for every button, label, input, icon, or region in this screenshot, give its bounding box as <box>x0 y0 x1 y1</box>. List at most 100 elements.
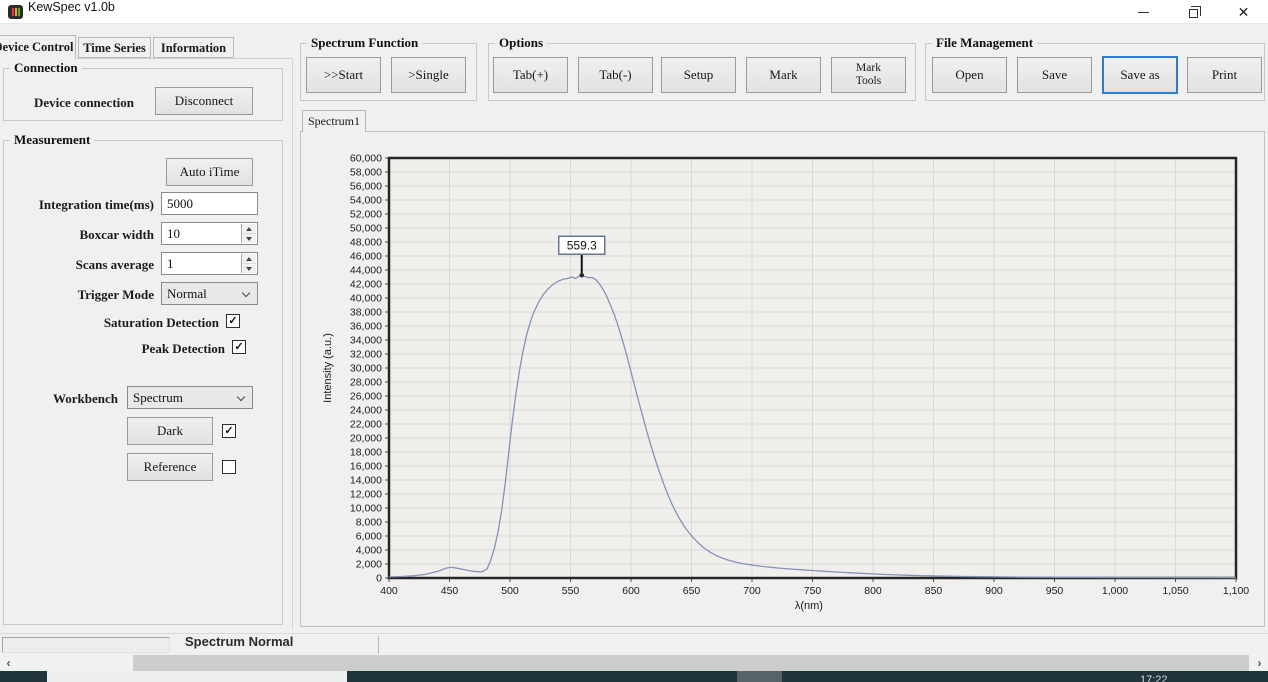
svg-text:750: 750 <box>804 585 822 597</box>
spin-down-icon[interactable] <box>242 263 256 273</box>
saturation-detection-checkbox[interactable]: ✓ <box>226 314 240 328</box>
svg-text:850: 850 <box>925 585 943 597</box>
close-button[interactable]: ✕ <box>1221 0 1266 24</box>
tab-plus-button[interactable]: Tab(+) <box>493 57 568 93</box>
measurement-group-title: Measurement <box>10 132 94 148</box>
spectrum-chart[interactable]: 02,0004,0006,0008,00010,00012,00014,0001… <box>301 132 1266 628</box>
file-management-title: File Management <box>932 35 1037 51</box>
status-progress-box <box>2 637 170 653</box>
boxcar-width-spinner[interactable]: 10 <box>161 222 258 245</box>
svg-text:1,050: 1,050 <box>1162 585 1188 597</box>
spin-up-icon[interactable] <box>242 254 256 263</box>
app-window: KewSpec v1.0b ✕ Device Control Time Seri… <box>0 0 1268 682</box>
setup-button[interactable]: Setup <box>661 57 736 93</box>
svg-text:34,000: 34,000 <box>350 335 382 347</box>
boxcar-width-value: 10 <box>167 226 180 241</box>
svg-text:38,000: 38,000 <box>350 307 382 319</box>
tab-time-series[interactable]: Time Series <box>78 37 151 58</box>
print-button[interactable]: Print <box>1187 57 1262 93</box>
svg-text:900: 900 <box>985 585 1003 597</box>
svg-text:28,000: 28,000 <box>350 377 382 389</box>
reference-button[interactable]: Reference <box>127 453 213 481</box>
svg-text:650: 650 <box>683 585 701 597</box>
svg-text:1,000: 1,000 <box>1102 585 1128 597</box>
integration-time-input[interactable]: 5000 <box>161 192 258 215</box>
svg-text:1,100: 1,100 <box>1223 585 1249 597</box>
scans-average-label: Scans average <box>4 257 154 273</box>
save-as-button[interactable]: Save as <box>1102 56 1178 94</box>
svg-text:4,000: 4,000 <box>356 545 382 557</box>
spectrum-function-title: Spectrum Function <box>307 35 422 51</box>
svg-text:559.3: 559.3 <box>567 238 597 252</box>
tab-minus-button[interactable]: Tab(-) <box>578 57 653 93</box>
mark-tools-button[interactable]: Mark Tools <box>831 57 906 93</box>
chart-panel: 02,0004,0006,0008,00010,00012,00014,0001… <box>300 131 1265 627</box>
svg-text:950: 950 <box>1046 585 1064 597</box>
svg-text:10,000: 10,000 <box>350 503 382 515</box>
restore-button[interactable] <box>1171 0 1216 24</box>
file-management-group: File Management Open Save Save as Print <box>925 43 1265 101</box>
disconnect-button[interactable]: Disconnect <box>155 87 253 115</box>
tab-information[interactable]: Information <box>153 37 234 58</box>
svg-text:400: 400 <box>380 585 398 597</box>
svg-text:16,000: 16,000 <box>350 461 382 473</box>
options-group: Options Tab(+) Tab(-) Setup Mark Mark To… <box>488 43 916 101</box>
open-button[interactable]: Open <box>932 57 1007 93</box>
horizontal-scrollbar[interactable]: ‹ › <box>0 655 1268 671</box>
spin-down-icon[interactable] <box>242 233 256 243</box>
svg-text:54,000: 54,000 <box>350 195 382 207</box>
connection-group-title: Connection <box>10 60 82 76</box>
window-title: KewSpec v1.0b <box>28 0 115 24</box>
app-icon <box>8 5 23 19</box>
mark-button[interactable]: Mark <box>746 57 821 93</box>
svg-text:26,000: 26,000 <box>350 391 382 403</box>
svg-text:48,000: 48,000 <box>350 237 382 249</box>
svg-text:12,000: 12,000 <box>350 489 382 501</box>
status-message: Spectrum Normal <box>185 634 293 656</box>
dark-checkbox[interactable]: ✓ <box>222 424 236 438</box>
start-button[interactable]: >>Start <box>306 57 381 93</box>
svg-text:42,000: 42,000 <box>350 279 382 291</box>
svg-text:600: 600 <box>622 585 640 597</box>
svg-text:550: 550 <box>562 585 580 597</box>
spin-up-icon[interactable] <box>242 224 256 233</box>
scans-spin-buttons[interactable] <box>241 254 256 273</box>
taskbar-strip: 17:22 <box>0 671 1268 682</box>
boxcar-spin-buttons[interactable] <box>241 224 256 243</box>
trigger-mode-select[interactable]: Normal <box>161 282 258 305</box>
peak-detection-label: Peak Detection <box>4 341 225 357</box>
status-bar: Spectrum Normal <box>0 633 1268 655</box>
auto-itime-button[interactable]: Auto iTime <box>166 158 253 186</box>
single-button[interactable]: >Single <box>391 57 466 93</box>
svg-text:14,000: 14,000 <box>350 475 382 487</box>
connection-group: Connection Device connection Disconnect <box>3 68 283 121</box>
reference-checkbox[interactable] <box>222 460 236 474</box>
minimize-button[interactable] <box>1121 0 1166 24</box>
svg-text:8,000: 8,000 <box>356 517 382 529</box>
scroll-left-button[interactable]: ‹ <box>0 655 17 671</box>
scroll-right-button[interactable]: › <box>1251 655 1268 671</box>
scans-average-spinner[interactable]: 1 <box>161 252 258 275</box>
workbench-select[interactable]: Spectrum <box>127 386 253 409</box>
tab-device-control[interactable]: Device Control <box>0 35 76 59</box>
workbench-value: Spectrum <box>133 390 183 405</box>
spectrum-function-group: Spectrum Function >>Start >Single <box>300 43 477 101</box>
trigger-mode-value: Normal <box>167 286 207 301</box>
svg-text:52,000: 52,000 <box>350 209 382 221</box>
svg-text:40,000: 40,000 <box>350 293 382 305</box>
taskbar-app-segment <box>47 671 347 682</box>
spectrum1-tab[interactable]: Spectrum1 <box>302 110 366 132</box>
chevron-down-icon <box>242 289 250 297</box>
svg-text:450: 450 <box>441 585 459 597</box>
save-button[interactable]: Save <box>1017 57 1092 93</box>
saturation-detection-label: Saturation Detection <box>4 315 219 331</box>
svg-text:6,000: 6,000 <box>356 531 382 543</box>
svg-text:30,000: 30,000 <box>350 363 382 375</box>
scrollbar-thumb[interactable] <box>133 655 1249 671</box>
title-bar: KewSpec v1.0b ✕ <box>0 0 1268 24</box>
svg-text:50,000: 50,000 <box>350 223 382 235</box>
peak-detection-checkbox[interactable]: ✓ <box>232 340 246 354</box>
svg-text:46,000: 46,000 <box>350 251 382 263</box>
dark-button[interactable]: Dark <box>127 417 213 445</box>
svg-text:500: 500 <box>501 585 519 597</box>
